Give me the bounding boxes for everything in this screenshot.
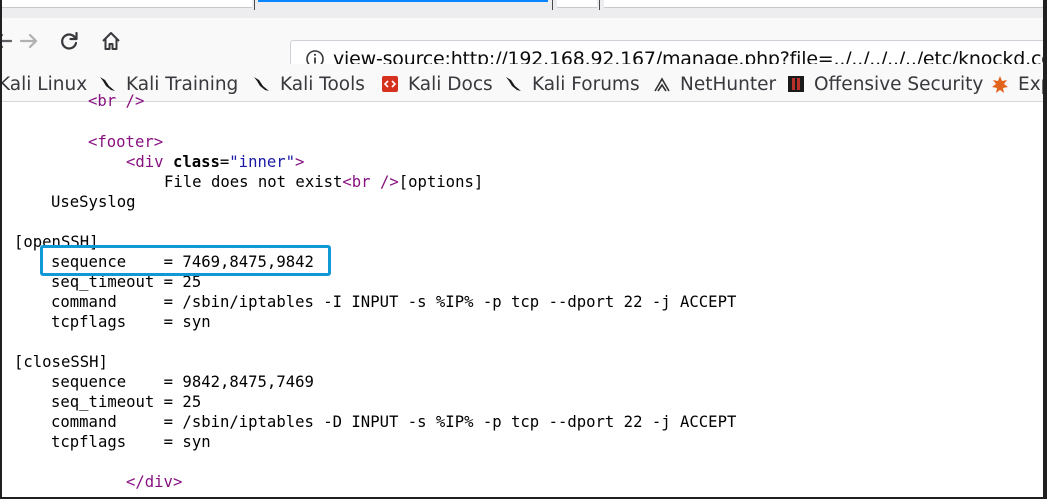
forward-arrow-icon	[19, 33, 38, 49]
bookmark-label: Kali Tools	[280, 73, 365, 95]
tab-strip	[2, 0, 1043, 18]
reload-icon	[61, 31, 78, 50]
tab-separator	[254, 0, 255, 10]
tab-separator	[552, 0, 553, 10]
source-line: <footer>	[88, 133, 164, 151]
source-line: File does not exist<br />[options]	[164, 173, 484, 191]
source-line: command = /sbin/iptables -D INPUT -s %IP…	[51, 413, 737, 431]
bookmarks-toolbar: Kali Linux Kali Training Kali Tools Kali…	[2, 64, 1043, 102]
source-line: tcpflags = syn	[51, 313, 211, 331]
reload-button[interactable]	[54, 26, 84, 56]
source-line: seq_timeout = 25	[51, 393, 202, 411]
browser-window: view-source:http://192.168.92.167/manage…	[2, 0, 1043, 497]
bookmark-kali-linux[interactable]: Kali Linux	[2, 72, 87, 96]
source-line: [closeSSH]	[14, 353, 108, 371]
source-line: tcpflags = syn	[51, 433, 211, 451]
source-line: <br />	[88, 92, 145, 110]
forward-button[interactable]	[14, 26, 44, 56]
nethunter-icon	[654, 77, 670, 92]
bookmark-label: Kali Forums	[532, 73, 640, 95]
tab-middle[interactable]	[557, 0, 597, 8]
highlight-box	[40, 245, 331, 276]
bookmark-label: Exp	[1018, 73, 1043, 95]
bookmark-label: NetHunter	[680, 73, 777, 95]
kali-dragon-icon	[254, 77, 269, 91]
bookmark-exploit-db[interactable]: Exp	[990, 72, 1043, 96]
bookmark-nethunter[interactable]: NetHunter	[652, 72, 776, 96]
kali-docs-icon	[382, 76, 398, 92]
tab-separator	[599, 0, 600, 10]
exploit-db-icon	[992, 76, 1008, 93]
home-button[interactable]	[96, 26, 126, 56]
home-icon	[102, 32, 120, 50]
source-line: sequence = 9842,8475,7469	[51, 373, 314, 391]
tab-left[interactable]	[2, 0, 252, 8]
tab-active[interactable]	[258, 0, 548, 2]
bookmark-kali-tools[interactable]: Kali Tools	[252, 72, 365, 96]
navigation-toolbar: view-source:http://192.168.92.167/manage…	[2, 18, 1043, 78]
bookmark-label: Kali Linux	[2, 73, 88, 95]
tab-right[interactable]	[604, 0, 1043, 8]
back-arrow-icon	[2, 33, 13, 49]
offensive-security-icon	[788, 76, 804, 92]
bookmark-kali-forums[interactable]: Kali Forums	[504, 72, 640, 96]
source-line: </div>	[126, 473, 183, 491]
bookmark-offensive-security[interactable]: Offensive Security	[786, 72, 983, 96]
source-line: UseSyslog	[51, 193, 136, 211]
source-line: command = /sbin/iptables -I INPUT -s %IP…	[51, 293, 737, 311]
bookmark-kali-docs[interactable]: Kali Docs	[380, 72, 493, 96]
bookmark-label: Kali Docs	[408, 73, 493, 95]
source-line: <div class="inner">	[126, 153, 305, 171]
bookmark-label: Offensive Security	[814, 73, 984, 95]
kali-dragon-icon	[506, 77, 521, 91]
page-source-view: <br /> <footer> <div class="inner"> File…	[2, 92, 1043, 497]
